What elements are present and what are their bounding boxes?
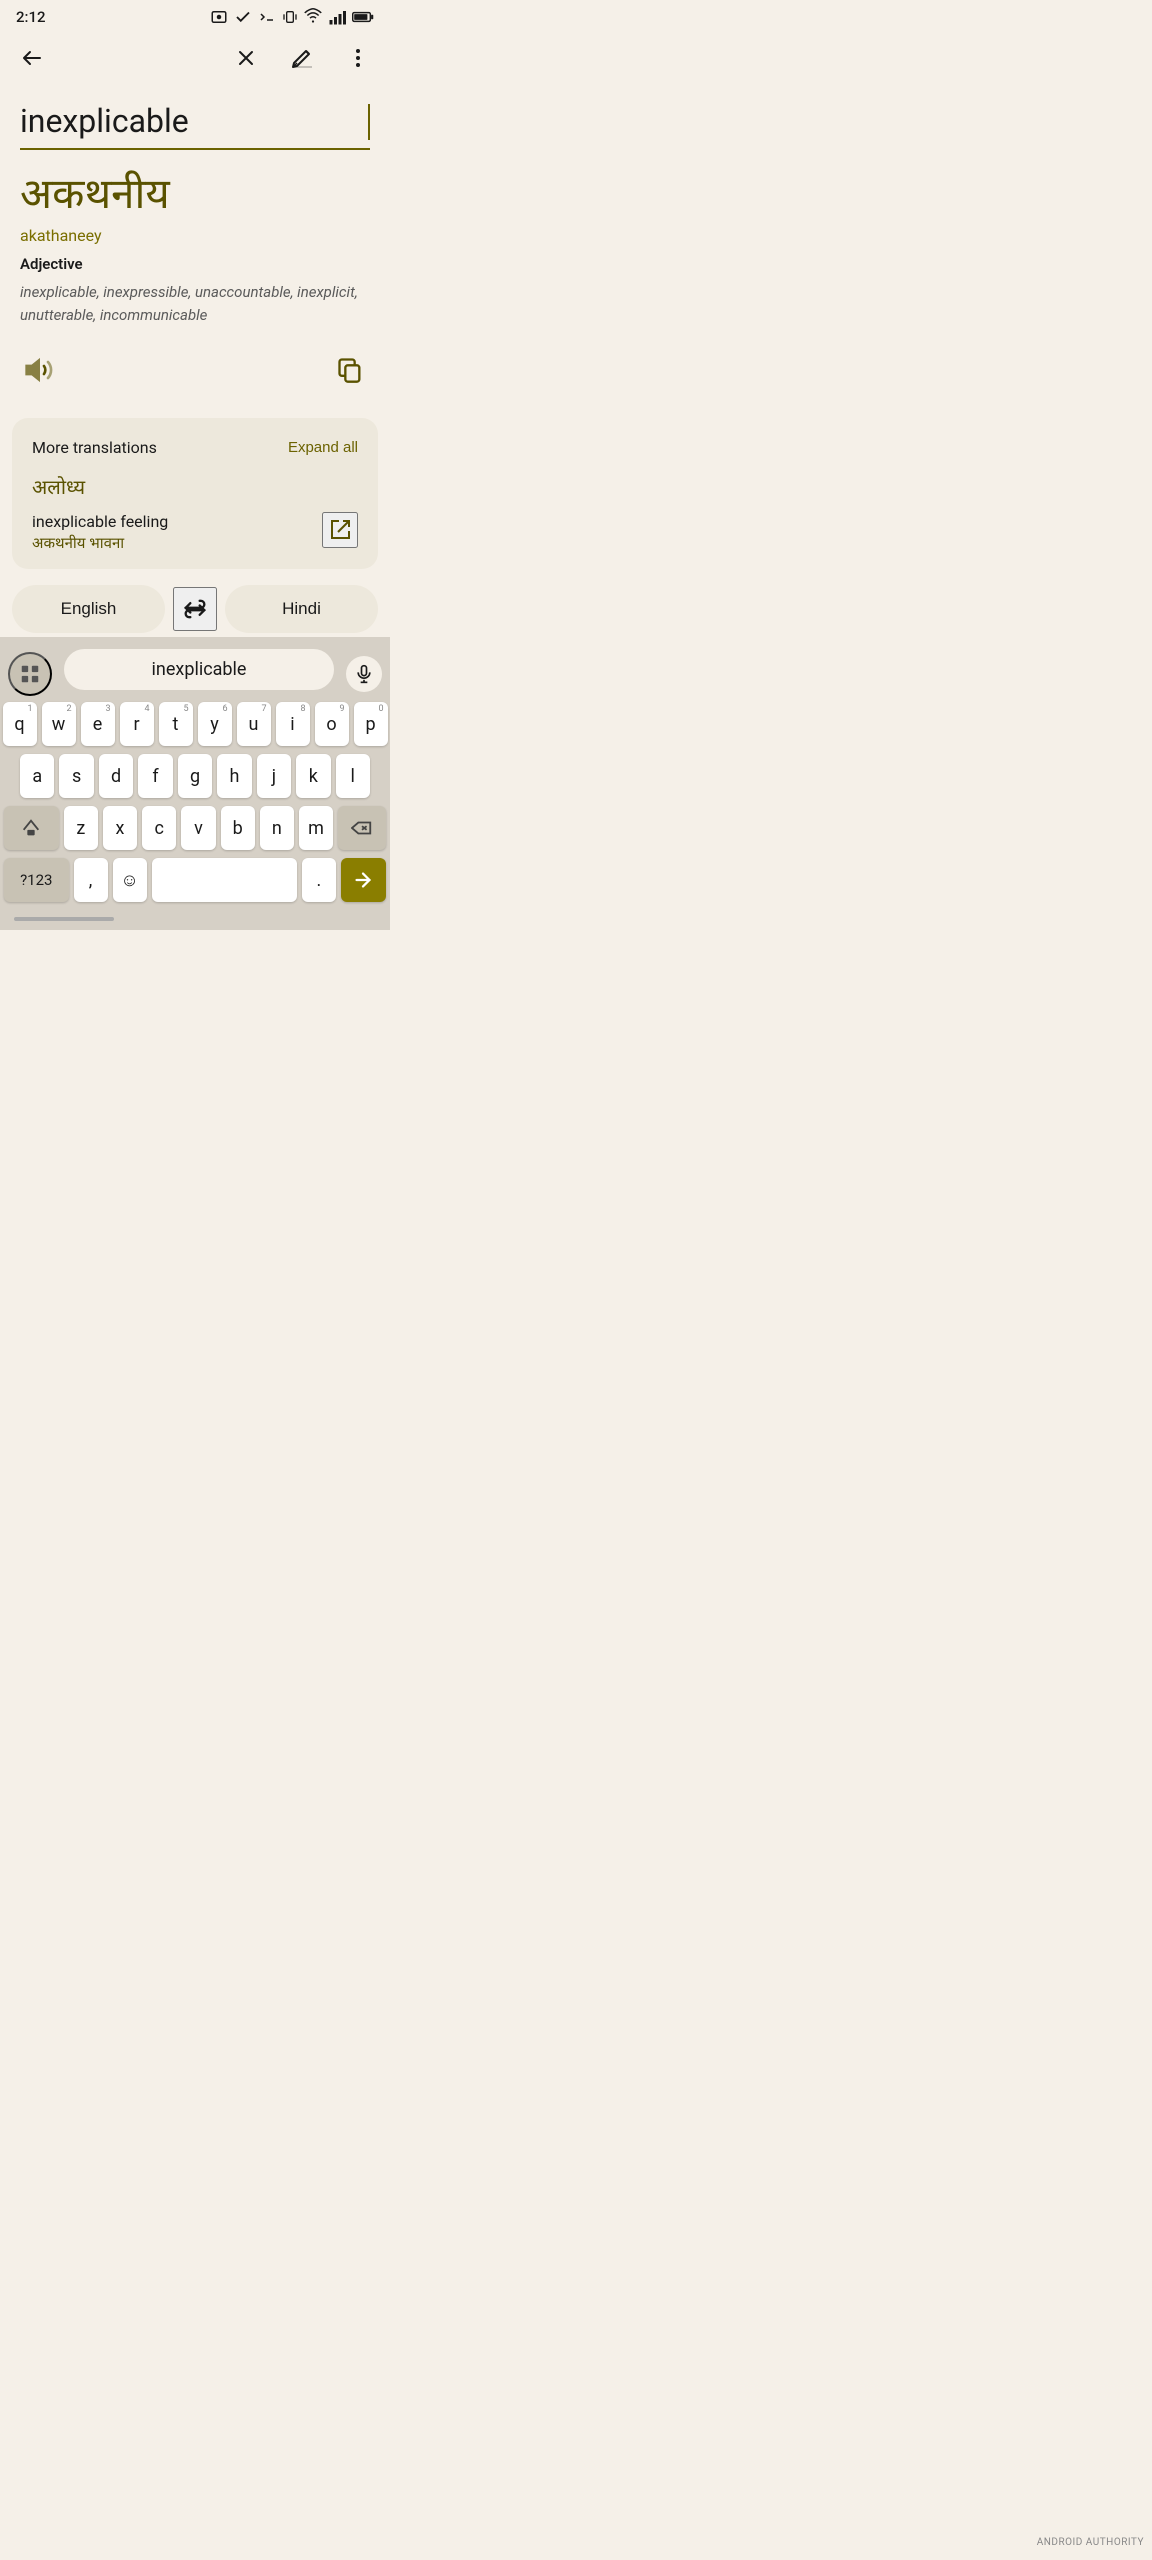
numbers-button[interactable]: ?123 — [4, 858, 69, 902]
shift-button[interactable] — [4, 806, 59, 850]
action-bar-right — [226, 38, 378, 78]
keyboard-search-bar[interactable]: inexplicable — [64, 649, 334, 690]
pos-synonyms: inexplicable, inexpressible, unaccountab… — [20, 281, 370, 326]
key-b[interactable]: b — [221, 806, 255, 850]
wifi-icon — [304, 8, 322, 26]
keyboard-grid-button[interactable] — [8, 652, 52, 696]
key-r[interactable]: r4 — [120, 702, 154, 746]
key-g[interactable]: g — [178, 754, 212, 798]
lang-swap-button[interactable] — [173, 587, 217, 631]
expand-all-button[interactable]: Expand all — [288, 439, 358, 456]
cursor-line — [368, 104, 370, 140]
keyboard-row-3: z x c v b n m — [4, 806, 386, 850]
action-bar — [0, 30, 390, 86]
key-t[interactable]: t5 — [159, 702, 193, 746]
phrase-hindi: अकथनीय भावना — [32, 533, 322, 553]
battery-icon — [352, 10, 374, 24]
transliteration: akathaneey — [20, 226, 370, 245]
enter-button[interactable] — [341, 858, 386, 902]
key-v[interactable]: v — [181, 806, 215, 850]
key-w[interactable]: w2 — [42, 702, 76, 746]
key-period[interactable]: . — [302, 858, 336, 902]
home-indicator — [4, 910, 386, 926]
space-button[interactable] — [152, 858, 297, 902]
copy-button[interactable] — [330, 350, 370, 390]
terminal-icon — [258, 8, 276, 26]
key-e[interactable]: e3 — [81, 702, 115, 746]
first-hindi-item: अलोध्य — [32, 473, 358, 500]
key-i[interactable]: i8 — [276, 702, 310, 746]
key-h[interactable]: h — [217, 754, 251, 798]
more-translations-title: More translations — [32, 438, 157, 457]
source-input-row: inexplicable — [20, 102, 370, 150]
action-row — [20, 346, 370, 398]
lang-switcher: English Hindi — [12, 585, 378, 633]
more-translations-header: More translations Expand all — [32, 438, 358, 457]
key-j[interactable]: j — [257, 754, 291, 798]
more-button[interactable] — [338, 38, 378, 78]
pos-label: Adjective — [20, 255, 83, 273]
mic-button[interactable] — [346, 656, 382, 692]
keyboard-container: inexplicable q1 w2 e3 r4 t5 y6 u7 i8 o9 … — [0, 637, 390, 930]
key-y[interactable]: y6 — [198, 702, 232, 746]
key-u[interactable]: u7 — [237, 702, 271, 746]
edit-button[interactable] — [282, 38, 322, 78]
key-o[interactable]: o9 — [315, 702, 349, 746]
key-s[interactable]: s — [59, 754, 93, 798]
photo-icon — [210, 8, 228, 26]
emoji-button[interactable]: ☺ — [113, 858, 147, 902]
phrase-english: inexplicable feeling — [32, 512, 322, 531]
more-translations-card: More translations Expand all अलोध्य inex… — [12, 418, 378, 569]
key-n[interactable]: n — [260, 806, 294, 850]
key-a[interactable]: a — [20, 754, 54, 798]
watermark: ANDROID AUTHORITY — [1037, 2537, 1144, 2548]
clear-button[interactable] — [226, 38, 266, 78]
key-d[interactable]: d — [99, 754, 133, 798]
main-content: inexplicable अकथनीय akathaneey Adjective… — [0, 86, 390, 406]
keyboard-row-1: q1 w2 e3 r4 t5 y6 u7 i8 o9 p0 — [4, 702, 386, 746]
target-lang-button[interactable]: Hindi — [225, 585, 378, 633]
key-l[interactable]: l — [336, 754, 370, 798]
key-k[interactable]: k — [296, 754, 330, 798]
keyboard-row-4: ?123 , ☺ . — [4, 858, 386, 902]
phrase-row: inexplicable feeling अकथनीय भावना — [32, 512, 358, 553]
key-q[interactable]: q1 — [3, 702, 37, 746]
phrase-link-button[interactable] — [322, 512, 358, 548]
key-z[interactable]: z — [64, 806, 98, 850]
key-f[interactable]: f — [138, 754, 172, 798]
status-time: 2:12 — [16, 8, 46, 26]
key-p[interactable]: p0 — [354, 702, 388, 746]
signal-icon — [328, 8, 346, 26]
backspace-button[interactable] — [338, 806, 386, 850]
pos-row: Adjective inexplicable, inexpressible, u… — [20, 255, 370, 326]
keyboard-search-text: inexplicable — [80, 659, 318, 680]
vibrate-icon — [282, 8, 298, 26]
phrase-text: inexplicable feeling अकथनीय भावना — [32, 512, 322, 553]
key-x[interactable]: x — [103, 806, 137, 850]
status-icons — [210, 8, 374, 26]
speaker-button[interactable] — [20, 350, 60, 390]
check-icon — [234, 8, 252, 26]
key-comma[interactable]: , — [74, 858, 108, 902]
key-m[interactable]: m — [299, 806, 333, 850]
keyboard-row-2: a s d f g h j k l — [4, 754, 386, 798]
source-lang-button[interactable]: English — [12, 585, 165, 633]
source-input[interactable]: inexplicable — [20, 102, 366, 140]
status-bar: 2:12 — [0, 0, 390, 30]
back-button[interactable] — [12, 38, 52, 78]
translation-hindi: अकथनीय — [20, 170, 370, 220]
key-c[interactable]: c — [142, 806, 176, 850]
